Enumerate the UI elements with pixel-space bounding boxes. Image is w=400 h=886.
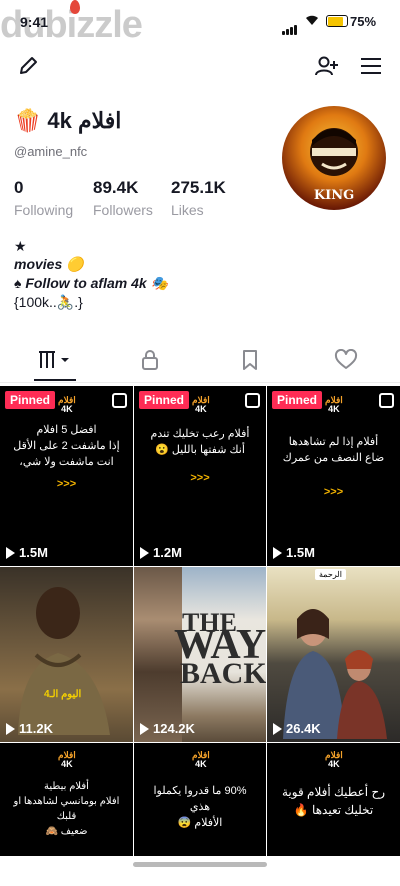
play-icon xyxy=(140,546,149,559)
stat-label: Likes xyxy=(171,202,204,218)
video-tile[interactable]: افلام 4K 90% ما قدروا يكملوا هذي الأفلام … xyxy=(134,743,266,856)
channel-logo: افلام 4K xyxy=(325,751,343,769)
tile-caption: اليوم الـ4 xyxy=(44,689,82,700)
view-count: 26.4K xyxy=(273,721,321,736)
stat-followers[interactable]: 89.4K Followers xyxy=(93,178,153,218)
tile-caption: أفلام إذا لم تشاهدها ضاع النصف من عمرك xyxy=(282,436,385,464)
wifi-icon xyxy=(304,14,320,29)
view-count: 1.5M xyxy=(6,545,48,560)
edit-icon[interactable] xyxy=(14,52,42,80)
play-icon xyxy=(6,722,15,735)
play-icon xyxy=(273,722,282,735)
tile-arrows: >>> xyxy=(56,478,77,490)
popcorn-icon: 🍿 xyxy=(14,108,42,133)
poster-title-3: BACK xyxy=(180,657,266,690)
add-friend-icon[interactable] xyxy=(312,52,342,80)
profile-handle: @amine_nfc xyxy=(14,144,88,159)
tile-caption: أفلام بيطية افلام بومانسي لشاهدها او قلب… xyxy=(13,781,120,837)
tile-arrows: >>> xyxy=(190,472,210,484)
video-tile[interactable]: Pinned افلام 4K افضل 5 افلام إذا ماشفت 2 … xyxy=(0,386,133,566)
video-tile[interactable]: THE WAY BACK 124.2K xyxy=(134,567,266,742)
video-tile[interactable]: Pinned افلام 4K أفلام إذا لم تشاهدها ضاع … xyxy=(267,386,400,566)
channel-logo: افلام 4K xyxy=(192,396,210,414)
bookmark-icon xyxy=(243,350,257,370)
tile-caption: أفلام رعب تخليك تندم أنك شفتها بالليل 😮 xyxy=(150,428,250,456)
signal-icon xyxy=(282,17,298,35)
grid-icon xyxy=(39,351,69,368)
stat-label: Following xyxy=(14,202,74,218)
tab-liked[interactable] xyxy=(296,340,396,380)
logo-4k: 4K xyxy=(61,759,73,769)
view-count-text: 1.2M xyxy=(153,545,182,560)
bio-line-4: {100k..🚴.} xyxy=(14,294,83,310)
logo-4k: 4K xyxy=(195,404,207,414)
tab-divider xyxy=(0,382,400,383)
pinned-badge: Pinned xyxy=(272,391,323,409)
multi-clip-icon xyxy=(245,393,260,408)
video-tile[interactable]: اليوم الـ4 11.2K xyxy=(0,567,133,742)
channel-logo: افلام 4K xyxy=(58,751,76,769)
logo-4k: 4K xyxy=(328,759,340,769)
profile-name: 🍿 افلام 4k xyxy=(14,108,121,134)
play-icon xyxy=(6,546,15,559)
battery-percent: 75% xyxy=(350,14,377,29)
view-count-text: 11.2K xyxy=(19,721,53,736)
profile-name-text: افلام 4k xyxy=(47,108,122,133)
tab-videos[interactable] xyxy=(6,340,106,380)
play-icon xyxy=(273,546,282,559)
watermark-flame-icon xyxy=(70,0,80,14)
multi-clip-icon xyxy=(379,393,394,408)
view-count-text: 124.2K xyxy=(153,721,195,736)
video-tile[interactable]: Pinned افلام 4K أفلام رعب تخليك تندم أنك … xyxy=(134,386,266,566)
channel-logo: افلام 4K xyxy=(325,396,343,414)
menu-icon[interactable] xyxy=(356,52,386,80)
active-tab-indicator xyxy=(34,379,76,381)
tile-caption: 90% ما قدروا يكملوا هذي الأفلام 😨 xyxy=(153,785,247,829)
tile-caption: افضل 5 افلام إذا ماشفت 2 على الأقل انت م… xyxy=(13,424,120,468)
status-time: 9:41 xyxy=(20,14,49,30)
lock-icon xyxy=(142,350,158,370)
avatar-label: KING xyxy=(313,188,355,203)
channel-logo: افلام 4K xyxy=(192,751,210,769)
bio-line-1: ★ xyxy=(14,238,27,254)
stat-label: Followers xyxy=(93,202,153,218)
stat-value: 89.4K xyxy=(93,178,139,197)
video-tile[interactable]: الرحمة 26.4K xyxy=(267,567,400,742)
stat-following[interactable]: 0 Following xyxy=(14,178,73,218)
view-count-text: 1.5M xyxy=(19,545,48,560)
home-indicator[interactable] xyxy=(133,862,267,867)
stat-value: 275.1K xyxy=(171,178,226,197)
bio-line-3: ♠ Follow to aflam 4k 🎭 xyxy=(14,275,168,291)
channel-logo: افلام 4K xyxy=(58,396,76,414)
tab-private[interactable] xyxy=(100,340,200,380)
logo-4k: 4K xyxy=(328,404,340,414)
tile-caption: رح أعطيك أفلام قوية تخليك تعيدها 🔥 xyxy=(282,785,385,817)
battery-level xyxy=(328,17,343,26)
avatar[interactable]: KING xyxy=(282,106,386,210)
view-count: 11.2K xyxy=(6,721,53,736)
bio-line-2: movies 🟡 xyxy=(14,256,84,272)
pinned-badge: Pinned xyxy=(5,391,56,409)
view-count-text: 1.5M xyxy=(286,545,315,560)
view-count: 124.2K xyxy=(140,721,195,736)
stat-value: 0 xyxy=(14,178,24,197)
video-tile[interactable]: افلام 4K أفلام بيطية افلام بومانسي لشاهده… xyxy=(0,743,133,856)
stat-likes[interactable]: 275.1K Likes xyxy=(171,178,226,218)
thumbnail-person xyxy=(18,587,110,735)
tile-arrows: >>> xyxy=(323,486,344,498)
pinned-badge: Pinned xyxy=(139,391,190,409)
logo-4k: 4K xyxy=(195,759,207,769)
heart-icon xyxy=(334,349,358,369)
tile-badge: الرحمة xyxy=(315,569,346,580)
view-count: 1.2M xyxy=(140,545,182,560)
video-tile[interactable]: افلام 4K رح أعطيك أفلام قوية تخليك تعيدها… xyxy=(267,743,400,856)
tab-saved[interactable] xyxy=(200,340,300,380)
play-icon xyxy=(140,722,149,735)
multi-clip-icon xyxy=(112,393,127,408)
view-count: 1.5M xyxy=(273,545,315,560)
thumbnail-people xyxy=(283,609,387,739)
logo-4k: 4K xyxy=(61,404,73,414)
view-count-text: 26.4K xyxy=(286,721,321,736)
